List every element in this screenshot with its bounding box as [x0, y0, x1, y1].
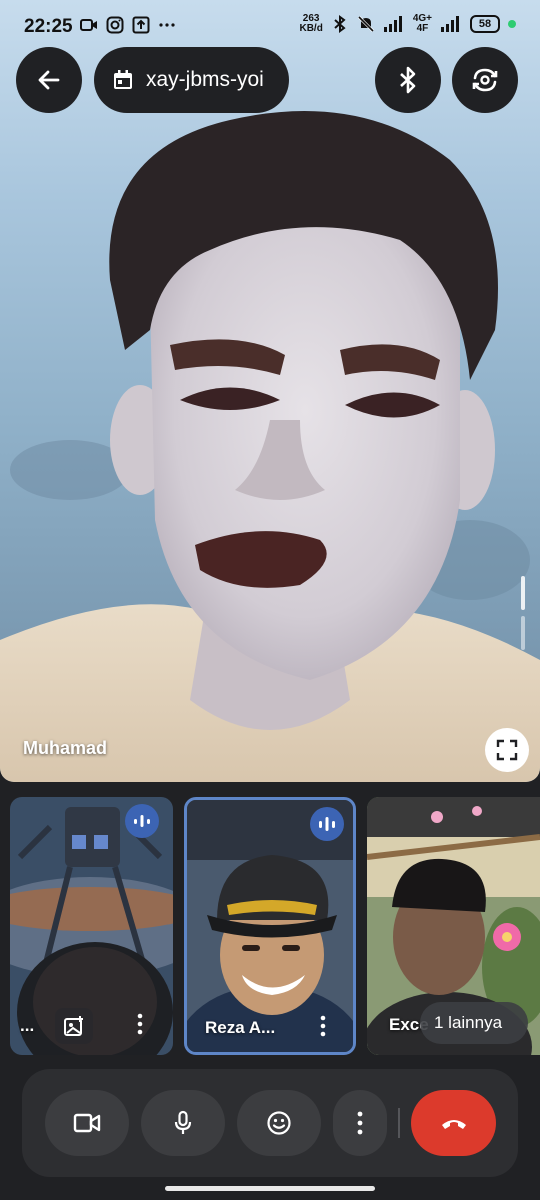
participant-tile-2[interactable]: Reza A... — [184, 797, 356, 1055]
calendar-icon — [114, 70, 132, 89]
participant-options-button[interactable] — [313, 1011, 333, 1041]
bluetooth-icon — [400, 66, 416, 94]
end-call-button[interactable] — [411, 1090, 496, 1156]
switch-camera-icon — [472, 68, 498, 92]
instagram-icon — [106, 16, 124, 34]
network-type-bottom: 4F — [416, 23, 429, 34]
audio-level-icon — [134, 815, 150, 827]
status-system-icons: 263 KB/d 4G+ 4F 58 — [299, 14, 516, 34]
add-effect-button[interactable] — [55, 1008, 93, 1044]
main-video-feed — [0, 111, 540, 782]
video-icon — [80, 19, 97, 31]
main-participant-name: Muhamad — [23, 738, 108, 758]
network-type: 4G+ 4F — [413, 14, 432, 34]
others-count-chip[interactable]: 1 lainnya — [420, 1002, 528, 1044]
volume-indicator-track — [521, 616, 525, 650]
network-speed-unit: KB/d — [299, 23, 323, 34]
volume-indicator — [521, 576, 525, 610]
participant-name-2: Reza A... — [205, 1018, 276, 1037]
microphone-toggle-button[interactable] — [141, 1090, 225, 1156]
signal-icon — [383, 16, 402, 32]
more-vert-icon — [357, 1111, 363, 1135]
back-arrow-icon — [38, 70, 60, 90]
bluetooth-icon — [334, 15, 346, 33]
upload-icon — [132, 16, 150, 34]
switch-camera-button[interactable] — [452, 47, 518, 113]
reactions-button[interactable] — [237, 1090, 321, 1156]
more-options-button[interactable] — [333, 1090, 387, 1156]
meeting-info-chip[interactable]: xay-jbms-yoi — [94, 47, 289, 113]
emoji-icon — [267, 1111, 291, 1135]
privacy-indicator-dot — [508, 20, 516, 28]
fullscreen-icon — [496, 739, 518, 761]
status-notification-icons — [80, 16, 176, 34]
status-bar: 22:25 263 KB/d 4G+ 4F 58 — [0, 0, 540, 56]
signal-icon — [441, 16, 459, 32]
speaking-indicator — [310, 807, 344, 841]
end-call-icon — [441, 1120, 466, 1129]
home-indicator[interactable] — [165, 1186, 375, 1191]
meeting-code: xay-jbms-yoi — [146, 68, 264, 91]
back-button[interactable] — [16, 47, 82, 113]
image-effect-icon — [64, 1016, 83, 1036]
camera-toggle-button[interactable] — [45, 1090, 129, 1156]
speaking-indicator — [125, 804, 159, 838]
audio-level-icon — [319, 817, 335, 831]
fullscreen-button[interactable] — [485, 728, 529, 772]
audio-output-button[interactable] — [375, 47, 441, 113]
others-count-label: 1 lainnya — [434, 1013, 503, 1032]
main-video-tile[interactable]: Muhamad — [0, 0, 540, 782]
control-divider — [398, 1108, 400, 1138]
battery-icon: 58 — [470, 15, 500, 33]
battery-level: 58 — [478, 18, 492, 30]
more-vert-icon — [320, 1015, 326, 1037]
meet-call-screen: Muhamad 22:25 263 KB/d 4G+ 4F 58 xay-jbm… — [0, 0, 540, 1200]
camera-icon — [73, 1113, 101, 1133]
status-time: 22:25 — [24, 16, 73, 37]
network-speed: 263 KB/d — [299, 14, 322, 34]
more-vert-icon — [137, 1013, 143, 1035]
participant-name-1: ... — [20, 1016, 35, 1035]
more-dots-icon — [159, 23, 175, 27]
microphone-icon — [174, 1110, 192, 1134]
participant-options-button[interactable] — [130, 1009, 150, 1039]
bell-muted-icon — [357, 15, 374, 33]
